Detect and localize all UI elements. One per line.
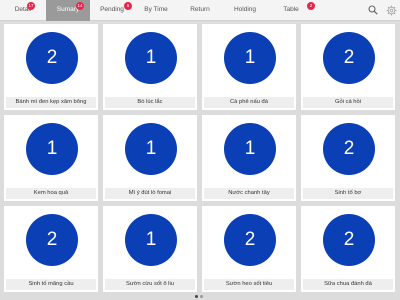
- item-name: Mì ý đút lò fomai: [105, 188, 195, 199]
- tab-pending[interactable]: Pending 6: [90, 0, 134, 21]
- tab-badge: 17: [27, 2, 35, 10]
- item-name: Sinh tố mãng cầu: [6, 279, 96, 290]
- item-name: Sườn cừu sốt ô liu: [105, 279, 195, 290]
- item-card[interactable]: 1 Cà phê nấu đá: [202, 24, 296, 110]
- page-indicator: [195, 295, 203, 298]
- page-dot: [200, 295, 203, 298]
- item-name: Bánh mì đen kẹp xăm bông: [6, 97, 96, 108]
- tab-holding[interactable]: Holding: [222, 0, 268, 21]
- item-count: 2: [323, 123, 375, 175]
- tab-summary[interactable]: Sumary 14: [46, 0, 90, 21]
- item-card[interactable]: 1 Nước chanh tây: [202, 115, 296, 201]
- item-name: Sinh tố bơ: [303, 188, 393, 199]
- item-count: 1: [125, 32, 177, 84]
- item-card[interactable]: 1 Bò lúc lắc: [103, 24, 197, 110]
- item-count: 2: [26, 214, 78, 266]
- item-name: Sữa chua đánh đá: [303, 279, 393, 290]
- tab-label: Return: [190, 6, 210, 14]
- tab-badge: 2: [307, 2, 315, 10]
- item-count: 1: [26, 123, 78, 175]
- item-name: Gỏi cá hồi: [303, 97, 393, 108]
- item-card[interactable]: 1 Kem hoa quả: [4, 115, 98, 201]
- gear-icon[interactable]: [384, 3, 398, 17]
- tab-badge: 14: [76, 2, 84, 10]
- item-name: Nước chanh tây: [204, 188, 294, 199]
- tab-label: Holding: [233, 6, 257, 14]
- item-name: Kem hoa quả: [6, 188, 96, 199]
- item-count: 1: [125, 123, 177, 175]
- item-grid: 2 Bánh mì đen kẹp xăm bông 1 Bò lúc lắc …: [0, 22, 400, 296]
- item-card[interactable]: 1 Sườn cừu sốt ô liu: [103, 206, 197, 292]
- item-count: 1: [125, 214, 177, 266]
- item-count: 2: [323, 32, 375, 84]
- item-count: 1: [224, 123, 276, 175]
- tab-label: Table: [283, 6, 299, 14]
- tab-bar: Detail 17 Sumary 14 Pending 6 By Time Re…: [0, 0, 400, 21]
- item-card[interactable]: 1 Mì ý đút lò fomai: [103, 115, 197, 201]
- item-name: Bò lúc lắc: [105, 97, 195, 108]
- item-count: 2: [323, 214, 375, 266]
- tab-return[interactable]: Return: [178, 0, 222, 21]
- tab-label: Pending: [100, 6, 124, 14]
- item-count: 1: [224, 32, 276, 84]
- item-name: Cà phê nấu đá: [204, 97, 294, 108]
- item-card[interactable]: 2 Sinh tố bơ: [301, 115, 395, 201]
- item-name: Sườn heo sốt tiêu: [204, 279, 294, 290]
- item-card[interactable]: 2 Sườn heo sốt tiêu: [202, 206, 296, 292]
- item-card[interactable]: 2 Sinh tố mãng cầu: [4, 206, 98, 292]
- item-count: 2: [224, 214, 276, 266]
- item-card[interactable]: 2 Bánh mì đen kẹp xăm bông: [4, 24, 98, 110]
- tab-by-time[interactable]: By Time: [134, 0, 178, 21]
- tab-badge: 6: [124, 2, 132, 10]
- item-card[interactable]: 2 Gỏi cá hồi: [301, 24, 395, 110]
- item-card[interactable]: 2 Sữa chua đánh đá: [301, 206, 395, 292]
- page-dot: [195, 295, 198, 298]
- tab-label: By Time: [144, 6, 168, 14]
- tab-table[interactable]: Table 2: [268, 0, 315, 21]
- search-icon[interactable]: [366, 3, 380, 17]
- item-count: 2: [26, 32, 78, 84]
- tab-detail[interactable]: Detail 17: [0, 0, 46, 21]
